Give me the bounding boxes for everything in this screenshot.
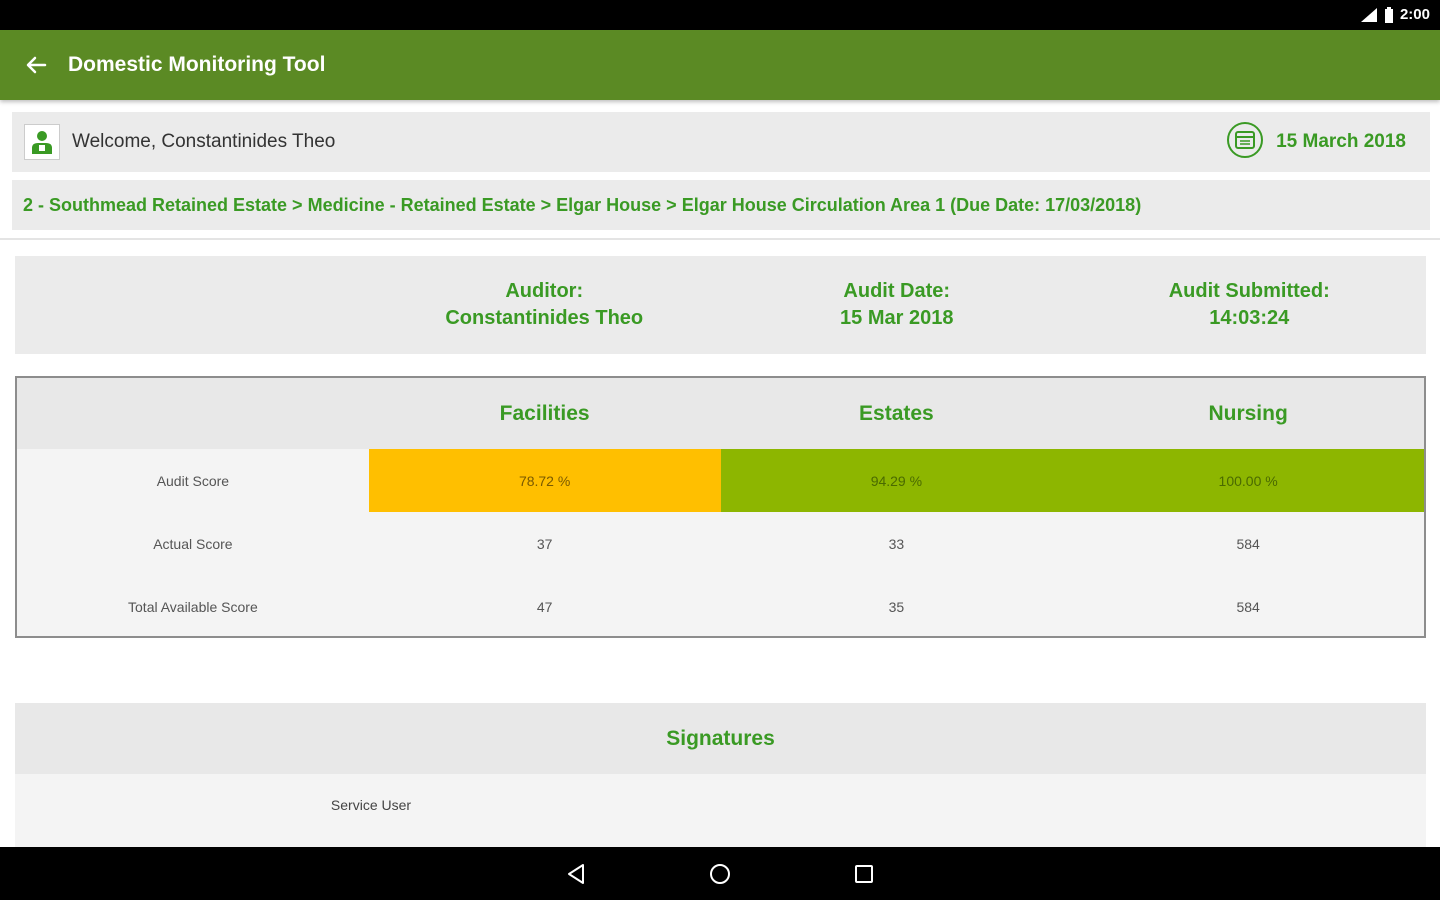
navigation-bar — [0, 847, 1440, 900]
nav-back-button[interactable] — [554, 852, 598, 896]
nav-recents-icon — [855, 864, 873, 883]
divider — [0, 238, 1440, 240]
audit-date-label: Audit Date: — [843, 280, 951, 302]
facilities-total-score: 47 — [536, 598, 553, 615]
audit-date-cell: Audit Date: 15 Mar 2018 — [721, 278, 1074, 332]
nursing-actual-score: 584 — [1236, 535, 1260, 552]
nav-home-icon — [710, 863, 730, 884]
table-row-actual-score: Actual Score 37 33 584 — [17, 512, 1424, 575]
auditor-label: Auditor: — [505, 280, 584, 302]
user-avatar-icon — [24, 124, 60, 160]
calendar-icon[interactable] — [1226, 121, 1264, 164]
row-label: Actual Score — [153, 535, 233, 552]
breadcrumb: 2 - Southmead Retained Estate > Medicine… — [12, 180, 1430, 230]
signatures-section: Signatures Service User — [15, 703, 1426, 847]
auditor-value: Constantinides Theo — [445, 307, 644, 329]
estates-audit-score: 94.29 % — [720, 449, 1073, 512]
status-bar: 2:00 — [0, 0, 1440, 30]
facilities-actual-score: 37 — [536, 535, 553, 552]
header-estates: Estates — [859, 401, 934, 425]
app-title: Domestic Monitoring Tool — [68, 53, 326, 76]
table-row-audit-score: Audit Score 78.72 % 94.29 % 100.00 % — [17, 449, 1424, 512]
back-button[interactable] — [14, 43, 58, 87]
audit-submitted-value: 14:03:24 — [1209, 307, 1290, 329]
audit-submitted-label: Audit Submitted: — [1168, 280, 1330, 302]
audit-submitted-cell: Audit Submitted: 14:03:24 — [1073, 278, 1426, 332]
nav-recents-button[interactable] — [842, 852, 886, 896]
table-row-total-score: Total Available Score 47 35 584 — [17, 575, 1424, 638]
battery-icon — [1384, 6, 1394, 23]
app-bar: Domestic Monitoring Tool — [0, 30, 1440, 100]
current-date: 15 March 2018 — [1276, 131, 1406, 152]
estates-actual-score: 33 — [888, 535, 905, 552]
service-user-label: Service User — [330, 797, 412, 813]
audit-date-value: 15 Mar 2018 — [840, 307, 954, 329]
estates-total-score: 35 — [888, 598, 905, 615]
welcome-text: Welcome, Constantinides Theo — [72, 131, 336, 152]
nav-back-icon — [568, 863, 584, 884]
signal-icon — [1360, 7, 1378, 23]
header-nursing: Nursing — [1208, 401, 1288, 425]
row-label: Total Available Score — [128, 598, 258, 615]
scores-table: Facilities Estates Nursing Audit Score 7… — [15, 376, 1426, 638]
back-arrow-icon — [26, 56, 47, 74]
nav-home-button[interactable] — [698, 852, 742, 896]
audit-summary: Auditor: Constantinides Theo Audit Date:… — [15, 256, 1426, 354]
facilities-audit-score: 78.72 % — [368, 449, 721, 512]
auditor-cell: Auditor: Constantinides Theo — [368, 278, 721, 332]
header-facilities: Facilities — [499, 401, 590, 425]
scores-header-row: Facilities Estates Nursing — [17, 378, 1424, 449]
welcome-bar: Welcome, Constantinides Theo 15 March 20… — [12, 112, 1430, 172]
signatures-title: Signatures — [15, 703, 1426, 774]
nursing-total-score: 584 — [1236, 598, 1260, 615]
status-time: 2:00 — [1399, 6, 1430, 23]
row-label: Audit Score — [156, 472, 230, 489]
nursing-audit-score: 100.00 % — [1072, 449, 1424, 512]
